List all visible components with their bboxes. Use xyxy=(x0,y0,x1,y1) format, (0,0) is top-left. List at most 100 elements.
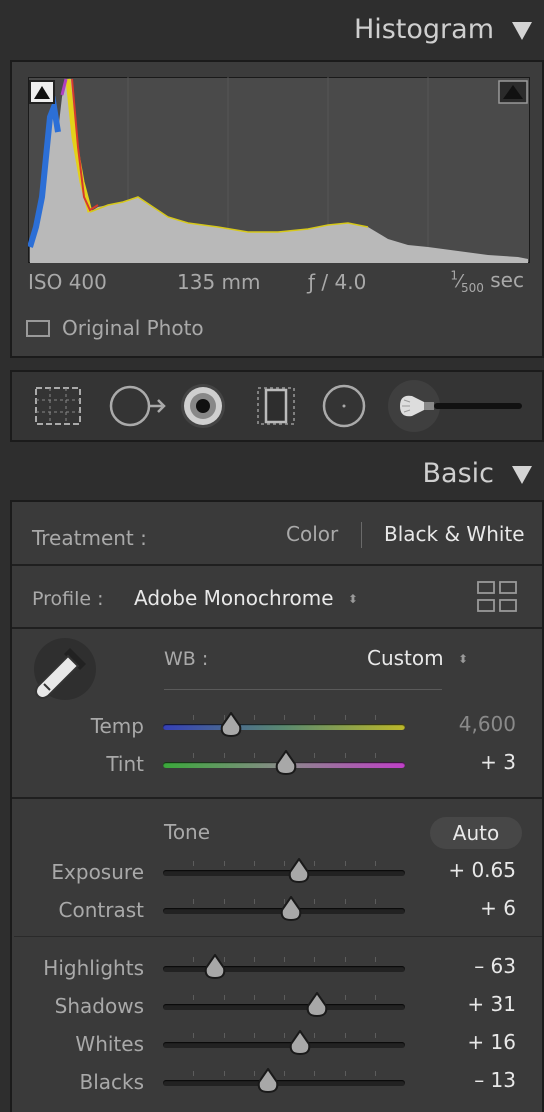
slider-thumb-shadows[interactable] xyxy=(305,992,329,1018)
shutter-denominator: 500 xyxy=(461,281,484,295)
shutter-readout: 1⁄500 sec xyxy=(450,268,524,295)
slider-tick xyxy=(284,957,285,962)
slider-tick xyxy=(314,861,316,866)
slider-value-temp[interactable]: 4,600 xyxy=(459,712,516,736)
collapse-triangle-icon[interactable] xyxy=(512,466,532,484)
slider-tick xyxy=(253,1071,255,1076)
profile-browser-grid-icon[interactable] xyxy=(476,580,518,614)
divider xyxy=(12,627,542,629)
wb-underline xyxy=(164,689,442,690)
collapse-triangle-icon[interactable] xyxy=(512,22,532,40)
slider-tick xyxy=(374,995,376,1000)
slider-tick xyxy=(284,995,285,1000)
healing-icon[interactable] xyxy=(106,382,168,430)
slider-tick xyxy=(253,957,255,962)
slider-tick xyxy=(344,1033,346,1038)
histogram-panel: ISO 400 135 mm ƒ / 4.0 1⁄500 sec Origina… xyxy=(10,60,544,358)
profile-select[interactable]: Adobe Monochrome ⬍ xyxy=(134,586,358,610)
slider-tick xyxy=(223,995,225,1000)
slider-tick xyxy=(284,1033,285,1038)
slider-label-blacks: Blacks xyxy=(79,1070,144,1094)
aperture-readout: ƒ / 4.0 xyxy=(308,270,367,294)
slider-tick xyxy=(193,899,195,904)
profile-value: Adobe Monochrome xyxy=(134,586,334,610)
slider-tick xyxy=(253,715,255,720)
slider-tick xyxy=(314,715,316,720)
red-eye-icon[interactable] xyxy=(178,382,228,430)
slider-track-temp[interactable] xyxy=(163,724,405,730)
divider xyxy=(12,564,542,566)
slider-value-tint[interactable]: + 3 xyxy=(480,750,516,774)
auto-button[interactable]: Auto xyxy=(430,817,522,849)
brush-icon[interactable] xyxy=(396,384,526,428)
slider-tick xyxy=(344,715,346,720)
wb-select[interactable]: Custom ⬍ xyxy=(367,646,468,670)
slider-value-highlights[interactable]: – 63 xyxy=(474,954,516,978)
updown-chevron-icon: ⬍ xyxy=(347,592,358,606)
iso-readout: ISO 400 xyxy=(28,270,107,294)
treatment-bw-option[interactable]: Black & White xyxy=(384,522,525,546)
divider xyxy=(12,797,542,799)
slider-tick xyxy=(374,957,376,962)
slider-tick xyxy=(344,1071,346,1076)
slider-thumb-exposure[interactable] xyxy=(287,858,311,884)
slider-tick xyxy=(314,957,316,962)
tone-label: Tone xyxy=(164,820,211,844)
original-photo-checkbox[interactable] xyxy=(26,320,50,337)
slider-value-exposure[interactable]: + 0.65 xyxy=(448,858,516,882)
slider-value-blacks[interactable]: – 13 xyxy=(474,1068,516,1092)
slider-track-exposure[interactable] xyxy=(163,870,405,876)
shutter-unit: sec xyxy=(490,268,524,292)
slider-tick xyxy=(193,753,195,758)
slider-tick xyxy=(344,899,346,904)
slider-thumb-tint[interactable] xyxy=(274,750,298,776)
slider-tick xyxy=(223,1071,225,1076)
slider-tick xyxy=(193,1071,195,1076)
slider-tick xyxy=(284,715,285,720)
slider-thumb-temp[interactable] xyxy=(219,712,243,738)
slider-tick xyxy=(193,715,195,720)
slider-tick xyxy=(344,995,346,1000)
slider-value-contrast[interactable]: + 6 xyxy=(480,896,516,920)
slider-tick xyxy=(374,1071,376,1076)
slider-label-shadows: Shadows xyxy=(54,994,144,1018)
histogram-title: Histogram xyxy=(353,14,494,45)
slider-track-shadows[interactable] xyxy=(163,1004,405,1010)
slider-tick xyxy=(223,753,225,758)
updown-chevron-icon: ⬍ xyxy=(457,652,469,666)
slider-tick xyxy=(223,899,225,904)
slider-value-whites[interactable]: + 16 xyxy=(467,1030,516,1054)
slider-tick xyxy=(193,995,195,1000)
slider-thumb-contrast[interactable] xyxy=(279,896,303,922)
slider-tick xyxy=(314,899,316,904)
original-photo-label[interactable]: Original Photo xyxy=(62,316,204,340)
slider-tick xyxy=(374,1033,376,1038)
slider-tick xyxy=(253,861,255,866)
slider-tick xyxy=(223,1033,225,1038)
slider-tick xyxy=(314,1071,316,1076)
wb-value: Custom xyxy=(367,646,444,670)
slider-thumb-whites[interactable] xyxy=(288,1030,312,1056)
slider-tick xyxy=(374,899,376,904)
slider-thumb-blacks[interactable] xyxy=(256,1068,280,1094)
histogram-header[interactable]: Histogram xyxy=(0,0,544,60)
slider-track-whites[interactable] xyxy=(163,1042,405,1048)
wb-label: WB : xyxy=(164,648,209,670)
focal-length-readout: 135 mm xyxy=(177,270,261,294)
crop-icon[interactable] xyxy=(32,382,84,430)
slider-label-temp: Temp xyxy=(90,714,144,738)
slider-tick xyxy=(314,753,316,758)
slider-label-exposure: Exposure xyxy=(51,860,144,884)
slider-tick xyxy=(284,1071,285,1076)
basic-header[interactable]: Basic xyxy=(0,450,544,500)
slider-value-shadows[interactable]: + 31 xyxy=(467,992,516,1016)
slider-tick xyxy=(253,1033,255,1038)
treatment-color-option[interactable]: Color xyxy=(286,522,338,546)
masking-icon[interactable] xyxy=(252,382,300,430)
slider-thumb-highlights[interactable] xyxy=(203,954,227,980)
slider-tick xyxy=(253,899,255,904)
slider-track-highlights[interactable] xyxy=(163,966,405,972)
slider-track-blacks[interactable] xyxy=(163,1080,405,1086)
slider-tick xyxy=(374,715,376,720)
radial-filter-icon[interactable] xyxy=(320,382,368,430)
